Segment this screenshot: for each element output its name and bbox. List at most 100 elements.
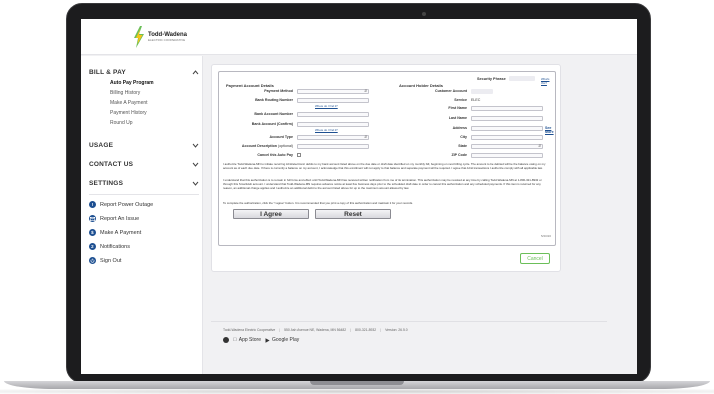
first-name-input[interactable] [471,106,543,111]
google-play-icon [265,337,270,343]
cancel-auto-pay-checkbox[interactable] [297,153,301,157]
chevron-up-icon [192,69,199,74]
mail-icon [89,215,96,222]
google-play-link[interactable]: Google Play [265,337,299,343]
sidebar-item-make-payment[interactable]: Make A Payment [110,100,148,106]
cancel-button[interactable]: Cancel [520,253,550,264]
section-title: SETTINGS [89,179,124,187]
auto-pay-card: Security Phrase What's this? Payment Acc… [211,64,561,272]
section-settings[interactable]: SETTINGS [89,178,199,188]
action-make-payment[interactable]: $ Make A Payment [89,229,141,236]
zip-input[interactable] [471,153,543,158]
footer-phone[interactable]: 800-321-8932 [355,328,376,332]
account-confirm-input[interactable] [297,122,369,127]
sidebar-item-payment-history[interactable]: Payment History [110,110,147,116]
auto-pay-form: Security Phrase What's this? Payment Acc… [218,71,556,246]
brand-logo[interactable]: Todd-Wadena ELECTRIC COOPERATIVE [133,26,187,48]
action-sign-out[interactable]: Sign Out [89,257,121,264]
cancel-auto-pay-label: Cancel this Auto Pay [257,153,293,157]
warning-icon: ! [89,201,96,208]
payment-details-heading: Payment Account Details [226,83,274,88]
power-icon [89,257,96,264]
security-phrase-value [509,76,535,81]
action-label: Notifications [100,243,130,250]
last-name-input[interactable] [471,116,543,121]
see-more-link[interactable]: See More [545,126,555,134]
google-play-label: Google Play [268,337,299,343]
facebook-icon[interactable] [223,337,229,343]
footer-info: Todd-Wadena Electric Cooperative | 550 Ash… [223,328,408,332]
svg-text:$: $ [91,230,94,235]
app-store-link[interactable]:  App Store [233,337,261,343]
footer-address: 550 Ash Avenue NE, Wadena, MN 56482 [284,328,347,332]
routing-number-label: Bank Routing Number [255,98,293,102]
section-title: USAGE [89,141,114,149]
customer-account-value [471,89,493,94]
account-number-input[interactable] [297,112,369,117]
action-report-outage[interactable]: ! Report Power Outage [89,201,153,208]
sidebar-item-round-up[interactable]: Round Up [110,120,133,126]
chevron-down-icon [192,181,199,186]
section-contact-us[interactable]: CONTACT US [89,159,199,169]
account-confirm-label: Bank Account (Confirm) [251,122,293,126]
chevron-down-icon [192,162,199,167]
dollar-icon: $ [89,229,96,236]
select-arrow-icon: ⇵ [538,144,541,148]
svg-text:!: ! [92,202,94,207]
service-value: ELEC [471,98,481,102]
section-usage[interactable]: USAGE [89,140,199,150]
action-notifications[interactable]: 2 Notifications [89,243,130,250]
form-version: 5/20/20 [540,234,551,238]
i-agree-button[interactable]: I Agree [233,209,309,219]
sidebar-item-billing-history[interactable]: Billing History [110,90,140,96]
lightning-logo-icon [134,26,144,48]
account-description-text: Account Description [241,144,278,148]
action-label: Report An Issue [100,215,140,222]
bell-icon: 2 [89,243,96,250]
authorization-text-3: To complete the authorization, click the… [223,201,414,205]
section-bill-pay[interactable]: BILL & PAY [89,67,199,77]
action-label: Sign Out [100,257,122,264]
select-arrow-icon: ⇵ [364,89,367,93]
account-description-label: Account Description (optional) [223,144,293,148]
reset-button[interactable]: Reset [315,209,391,219]
footer-coop: Todd-Wadena Electric Cooperative [223,328,276,332]
section-title: CONTACT US [89,160,134,168]
apple-icon:  [233,337,237,343]
action-label: Make A Payment [100,229,142,236]
footer-version: Version: 26.5.0 [385,328,408,332]
holder-details-heading: Account Holder Details [399,83,444,88]
where-find-account-link[interactable]: Where do I find it? [315,128,338,132]
whats-this-link[interactable]: What's this? [541,77,555,85]
store-links:  App Store Google Play [223,337,299,343]
top-bar: Todd-Wadena ELECTRIC COOPERATIVE [81,19,637,55]
city-label: City [460,135,467,139]
optional-text: (optional) [278,144,293,148]
account-number-label: Bank Account Number [254,112,293,116]
svg-text:2: 2 [91,244,94,249]
where-find-routing-link[interactable]: Where do I find it? [315,104,338,108]
routing-number-input[interactable] [297,98,369,103]
action-report-issue[interactable]: Report An Issue [89,215,139,222]
last-name-label: Last Name [448,116,467,120]
camera [422,12,426,16]
sidebar-item-auto-pay[interactable]: Auto Pay Program [110,80,154,86]
address-label: Address [452,126,467,130]
first-name-label: First Name [448,106,467,110]
brand-tagline: ELECTRIC COOPERATIVE [148,38,186,42]
zip-label: ZIP Code [451,153,467,157]
payment-method-label: Payment Method [264,89,293,93]
state-select[interactable]: ⇵ [471,144,543,149]
section-title: BILL & PAY [89,68,126,76]
sidebar: BILL & PAY Auto Pay Program Billing Hist… [81,56,203,374]
city-input[interactable] [471,135,543,140]
account-description-input[interactable] [297,144,369,149]
account-type-select[interactable]: ⇵ [297,135,369,140]
payment-method-select[interactable]: ⇵ [297,89,369,94]
footer-divider [211,321,607,322]
app-store-label: App Store [235,337,261,343]
select-arrow-icon: ⇵ [364,135,367,139]
address-input[interactable] [471,126,543,131]
authorization-text-2: I understand that this authorization is … [223,178,542,190]
screen: Todd-Wadena ELECTRIC COOPERATIVE BILL & … [81,19,637,374]
